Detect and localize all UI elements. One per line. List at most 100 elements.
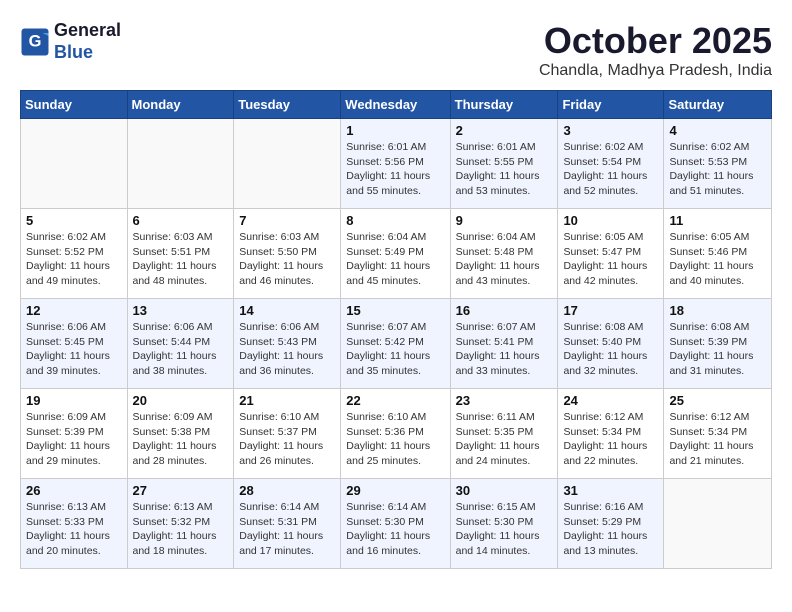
calendar-week-3: 12 Sunrise: 6:06 AM Sunset: 5:45 PM Dayli… — [21, 299, 772, 389]
logo-blue: Blue — [54, 42, 93, 62]
day-info: Sunrise: 6:07 AM Sunset: 5:42 PM Dayligh… — [346, 320, 444, 379]
day-number: 31 — [563, 483, 658, 498]
calendar-cell: 30 Sunrise: 6:15 AM Sunset: 5:30 PM Dayli… — [450, 479, 558, 569]
day-info: Sunrise: 6:08 AM Sunset: 5:40 PM Dayligh… — [563, 320, 658, 379]
day-info: Sunrise: 6:03 AM Sunset: 5:51 PM Dayligh… — [133, 230, 229, 289]
calendar-cell: 7Sunrise: 6:03 AM Sunset: 5:50 PM Daylig… — [234, 209, 341, 299]
day-info: Sunrise: 6:06 AM Sunset: 5:45 PM Dayligh… — [26, 320, 122, 379]
calendar-cell: 15Sunrise: 6:07 AM Sunset: 5:42 PM Dayli… — [341, 299, 450, 389]
calendar-cell — [21, 119, 128, 209]
calendar-cell: 27Sunrise: 6:13 AM Sunset: 5:32 PM Dayli… — [127, 479, 234, 569]
day-number: 2 — [456, 123, 553, 138]
day-info: Sunrise: 6:01 AM Sunset: 5:55 PM Dayligh… — [456, 140, 553, 199]
calendar-cell: 24Sunrise: 6:12 AM Sunset: 5:34 PM Dayli… — [558, 389, 664, 479]
calendar-cell: 8 Sunrise: 6:04 AM Sunset: 5:49 PM Daylig… — [341, 209, 450, 299]
calendar-cell: 16 Sunrise: 6:07 AM Sunset: 5:41 PM Dayli… — [450, 299, 558, 389]
calendar-header-row: SundayMondayTuesdayWednesdayThursdayFrid… — [21, 91, 772, 119]
calendar-body: 1 Sunrise: 6:01 AM Sunset: 5:56 PM Daylig… — [21, 119, 772, 569]
calendar-cell: 28 Sunrise: 6:14 AM Sunset: 5:31 PM Dayli… — [234, 479, 341, 569]
day-number: 14 — [239, 303, 335, 318]
day-info: Sunrise: 6:05 AM Sunset: 5:46 PM Dayligh… — [669, 230, 766, 289]
calendar-cell: 14 Sunrise: 6:06 AM Sunset: 5:43 PM Dayli… — [234, 299, 341, 389]
day-number: 27 — [133, 483, 229, 498]
svg-text:G: G — [29, 32, 42, 50]
calendar-cell: 20Sunrise: 6:09 AM Sunset: 5:38 PM Dayli… — [127, 389, 234, 479]
calendar-cell: 31 Sunrise: 6:16 AM Sunset: 5:29 PM Dayli… — [558, 479, 664, 569]
calendar-week-5: 26Sunrise: 6:13 AM Sunset: 5:33 PM Dayli… — [21, 479, 772, 569]
day-number: 12 — [26, 303, 122, 318]
calendar-cell: 21 Sunrise: 6:10 AM Sunset: 5:37 PM Dayli… — [234, 389, 341, 479]
day-info: Sunrise: 6:02 AM Sunset: 5:53 PM Dayligh… — [669, 140, 766, 199]
weekday-header-thursday: Thursday — [450, 91, 558, 119]
day-info: Sunrise: 6:01 AM Sunset: 5:56 PM Dayligh… — [346, 140, 444, 199]
calendar-cell — [664, 479, 772, 569]
day-info: Sunrise: 6:10 AM Sunset: 5:36 PM Dayligh… — [346, 410, 444, 469]
day-info: Sunrise: 6:06 AM Sunset: 5:43 PM Dayligh… — [239, 320, 335, 379]
day-info: Sunrise: 6:16 AM Sunset: 5:29 PM Dayligh… — [563, 500, 658, 559]
day-info: Sunrise: 6:09 AM Sunset: 5:38 PM Dayligh… — [133, 410, 229, 469]
calendar-cell: 22 Sunrise: 6:10 AM Sunset: 5:36 PM Dayli… — [341, 389, 450, 479]
day-number: 26 — [26, 483, 122, 498]
calendar-cell: 19 Sunrise: 6:09 AM Sunset: 5:39 PM Dayli… — [21, 389, 128, 479]
logo-text: General Blue — [54, 20, 121, 63]
calendar-cell: 10 Sunrise: 6:05 AM Sunset: 5:47 PM Dayli… — [558, 209, 664, 299]
calendar-cell: 13Sunrise: 6:06 AM Sunset: 5:44 PM Dayli… — [127, 299, 234, 389]
calendar-cell: 12 Sunrise: 6:06 AM Sunset: 5:45 PM Dayli… — [21, 299, 128, 389]
day-number: 1 — [346, 123, 444, 138]
calendar-cell: 23 Sunrise: 6:11 AM Sunset: 5:35 PM Dayli… — [450, 389, 558, 479]
weekday-header-tuesday: Tuesday — [234, 91, 341, 119]
calendar-week-2: 5Sunrise: 6:02 AM Sunset: 5:52 PM Daylig… — [21, 209, 772, 299]
day-number: 23 — [456, 393, 553, 408]
calendar-cell: 2 Sunrise: 6:01 AM Sunset: 5:55 PM Daylig… — [450, 119, 558, 209]
day-number: 21 — [239, 393, 335, 408]
logo: G General Blue — [20, 20, 121, 63]
weekday-header-wednesday: Wednesday — [341, 91, 450, 119]
day-number: 19 — [26, 393, 122, 408]
calendar-table: SundayMondayTuesdayWednesdayThursdayFrid… — [20, 90, 772, 569]
day-number: 4 — [669, 123, 766, 138]
calendar-cell: 1 Sunrise: 6:01 AM Sunset: 5:56 PM Daylig… — [341, 119, 450, 209]
weekday-header-monday: Monday — [127, 91, 234, 119]
day-number: 8 — [346, 213, 444, 228]
day-number: 10 — [563, 213, 658, 228]
day-info: Sunrise: 6:09 AM Sunset: 5:39 PM Dayligh… — [26, 410, 122, 469]
day-number: 17 — [563, 303, 658, 318]
calendar-week-1: 1 Sunrise: 6:01 AM Sunset: 5:56 PM Daylig… — [21, 119, 772, 209]
calendar-cell: 29 Sunrise: 6:14 AM Sunset: 5:30 PM Dayli… — [341, 479, 450, 569]
day-number: 30 — [456, 483, 553, 498]
day-info: Sunrise: 6:10 AM Sunset: 5:37 PM Dayligh… — [239, 410, 335, 469]
weekday-header-saturday: Saturday — [664, 91, 772, 119]
month-title: October 2025 — [539, 20, 772, 62]
day-info: Sunrise: 6:14 AM Sunset: 5:31 PM Dayligh… — [239, 500, 335, 559]
day-info: Sunrise: 6:07 AM Sunset: 5:41 PM Dayligh… — [456, 320, 553, 379]
calendar-week-4: 19 Sunrise: 6:09 AM Sunset: 5:39 PM Dayli… — [21, 389, 772, 479]
day-info: Sunrise: 6:02 AM Sunset: 5:54 PM Dayligh… — [563, 140, 658, 199]
day-info: Sunrise: 6:05 AM Sunset: 5:47 PM Dayligh… — [563, 230, 658, 289]
day-number: 28 — [239, 483, 335, 498]
calendar-cell: 25Sunrise: 6:12 AM Sunset: 5:34 PM Dayli… — [664, 389, 772, 479]
calendar-cell: 3 Sunrise: 6:02 AM Sunset: 5:54 PM Daylig… — [558, 119, 664, 209]
day-info: Sunrise: 6:04 AM Sunset: 5:48 PM Dayligh… — [456, 230, 553, 289]
day-info: Sunrise: 6:14 AM Sunset: 5:30 PM Dayligh… — [346, 500, 444, 559]
calendar-cell — [127, 119, 234, 209]
day-number: 3 — [563, 123, 658, 138]
day-number: 11 — [669, 213, 766, 228]
day-info: Sunrise: 6:04 AM Sunset: 5:49 PM Dayligh… — [346, 230, 444, 289]
calendar-cell: 9 Sunrise: 6:04 AM Sunset: 5:48 PM Daylig… — [450, 209, 558, 299]
day-number: 18 — [669, 303, 766, 318]
day-number: 9 — [456, 213, 553, 228]
day-number: 6 — [133, 213, 229, 228]
weekday-header-sunday: Sunday — [21, 91, 128, 119]
day-number: 7 — [239, 213, 335, 228]
day-info: Sunrise: 6:11 AM Sunset: 5:35 PM Dayligh… — [456, 410, 553, 469]
calendar-cell: 26Sunrise: 6:13 AM Sunset: 5:33 PM Dayli… — [21, 479, 128, 569]
day-info: Sunrise: 6:12 AM Sunset: 5:34 PM Dayligh… — [669, 410, 766, 469]
day-number: 29 — [346, 483, 444, 498]
calendar-cell: 5Sunrise: 6:02 AM Sunset: 5:52 PM Daylig… — [21, 209, 128, 299]
day-info: Sunrise: 6:15 AM Sunset: 5:30 PM Dayligh… — [456, 500, 553, 559]
day-number: 16 — [456, 303, 553, 318]
day-info: Sunrise: 6:12 AM Sunset: 5:34 PM Dayligh… — [563, 410, 658, 469]
day-number: 22 — [346, 393, 444, 408]
logo-general: General — [54, 20, 121, 40]
weekday-header-friday: Friday — [558, 91, 664, 119]
